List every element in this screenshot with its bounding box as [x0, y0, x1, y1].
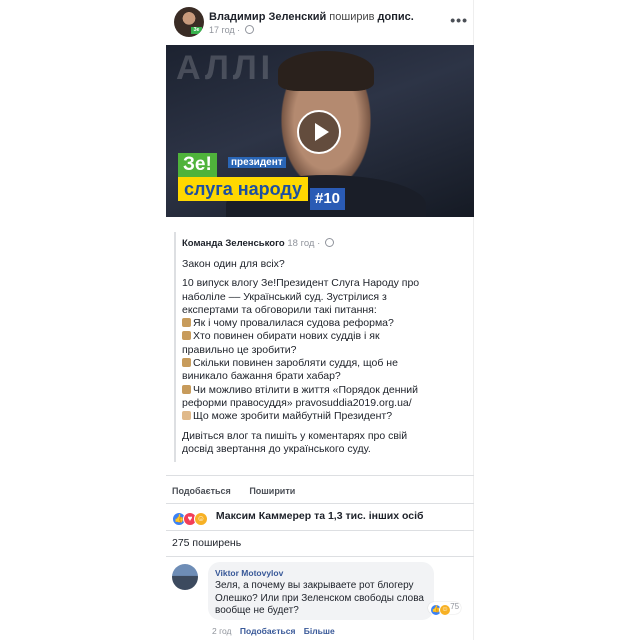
share-action-text: поширив: [329, 11, 375, 23]
video-person-hair: [278, 51, 374, 91]
video-background-text: АЛЛІ: [176, 49, 275, 87]
reactions-summary[interactable]: 👍 ♥ ☺ Максим Каммерер та 1,3 тис. інших ос…: [172, 510, 424, 526]
commenter-avatar[interactable]: [172, 564, 198, 590]
comment-bubble: Viktor Motovylov Зеля, а почему вы закры…: [208, 562, 434, 620]
shared-author-link[interactable]: Команда Зеленського: [182, 238, 285, 249]
question-line: Скільки повинен заробляти суддя, щоб не: [193, 357, 398, 370]
shared-post-link[interactable]: допис.: [378, 11, 414, 23]
comment-timestamp[interactable]: 2 год: [212, 626, 232, 636]
like-button[interactable]: Подобається: [172, 486, 231, 496]
shared-post-header: Команда Зеленського 18 год ·: [182, 238, 334, 249]
reactions-text: Максим Каммерер та 1,3 тис. інших осіб: [215, 510, 424, 522]
shared-post: Команда Зеленського 18 год · Закон один …: [174, 232, 476, 462]
comment-reactions[interactable]: 👍☺ 75: [428, 602, 462, 616]
question-line: Що може зробити майбутній Президент?: [193, 410, 393, 423]
body-line-link[interactable]: реформи правосуддя» pravosuddia2019.org.…: [182, 397, 466, 410]
closing-line: досвід звертання до українського суду.: [182, 442, 371, 455]
shared-post-text: Закон один для всіх? 10 випуск влогу Зе!…: [182, 258, 466, 456]
judge-emoji-icon: [182, 331, 191, 341]
post-timestamp[interactable]: 17 год: [209, 25, 235, 35]
comment-actions: 2 год Подобається Більше: [212, 626, 335, 636]
globe-icon: [324, 238, 334, 247]
judge-emoji-icon: [182, 318, 191, 328]
party-badge-icon: Зе: [191, 27, 202, 34]
comment-reaction-count: 75: [450, 602, 460, 611]
more-dots-icon[interactable]: •••: [450, 12, 468, 28]
closing-line: Дивіться влог та пишіть у коментарях про…: [182, 429, 408, 442]
haha-reaction-icon: ☺: [194, 512, 208, 526]
video-ze-label: Зе!: [178, 153, 217, 177]
person-emoji-icon: [182, 411, 191, 421]
body-line: експертами та обговорили такі питання:: [182, 303, 377, 316]
question-line: Як і чому провалилася судова реформа?: [193, 317, 394, 330]
author-avatar[interactable]: Зе: [174, 7, 204, 37]
video-player[interactable]: АЛЛІ Зе! президент слуга народу #10: [166, 45, 474, 217]
play-button-icon[interactable]: [297, 110, 341, 154]
author-name-link[interactable]: Владимир Зеленский: [209, 11, 326, 23]
comment-like-button[interactable]: Подобається: [240, 626, 296, 636]
video-episode-label: #10: [310, 188, 346, 210]
commenter-name-link[interactable]: Viktor Motovylov: [215, 568, 283, 578]
shared-intro-line: Закон один для всіх?: [182, 258, 285, 270]
comment-text: Зеля, а почему вы закрываете рот блогеру…: [215, 580, 424, 616]
question-line: Чи можливо втілити в життя «Порядок денн…: [193, 383, 419, 396]
divider: [166, 530, 474, 531]
divider: [166, 475, 474, 476]
comment-more-button[interactable]: Більше: [304, 626, 335, 636]
post-actions: Подобається Поширити: [172, 486, 311, 496]
video-president-label: президент: [228, 157, 286, 168]
judge-emoji-icon: [182, 358, 191, 368]
divider: [166, 503, 474, 504]
feed-post: Зе Владимир Зеленский поширив допис. 17 …: [166, 0, 474, 640]
body-line: правильно це зробити?: [182, 343, 297, 356]
shares-count[interactable]: 275 поширень: [172, 537, 241, 549]
shared-timestamp[interactable]: 18 год: [287, 238, 314, 249]
judge-emoji-icon: [182, 384, 191, 394]
author-line: Владимир Зеленский поширив допис.: [209, 11, 414, 23]
video-party-label: слуга народу: [178, 177, 309, 201]
question-line: Хто повинен обирати нових суддів і як: [193, 330, 380, 343]
globe-icon: [244, 25, 254, 34]
post-meta: 17 год ·: [209, 25, 254, 35]
body-line: 10 випуск влогу Зе!Президент Слуга Народ…: [182, 277, 420, 290]
share-button[interactable]: Поширити: [249, 486, 295, 496]
body-line: виникало бажання брати хабар?: [182, 370, 341, 383]
divider: [166, 556, 474, 557]
post-header: Зе Владимир Зеленский поширив допис. 17 …: [166, 2, 474, 42]
body-line: наболіле –– Український суд. Зустрілися …: [182, 290, 387, 303]
